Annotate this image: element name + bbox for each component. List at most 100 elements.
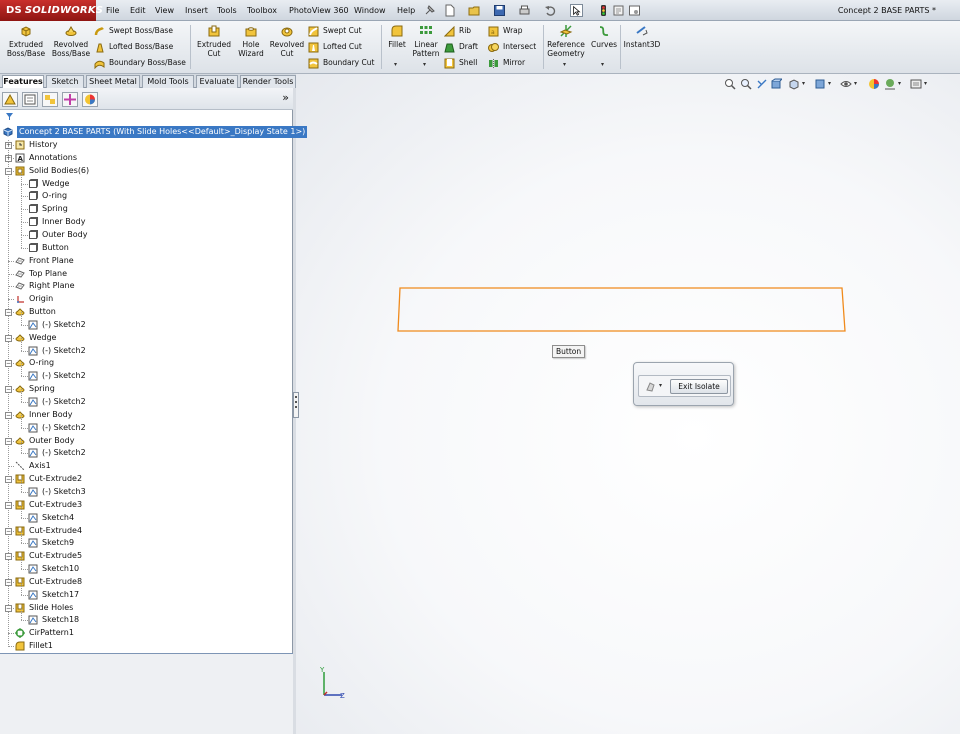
tab-sheet-metal[interactable]: Sheet Metal: [86, 75, 140, 88]
rebuild-icon[interactable]: [597, 4, 610, 17]
dimxpert-manager-tab-icon[interactable]: [62, 92, 78, 107]
hide-show-items-icon[interactable]: [840, 78, 852, 90]
undo-icon[interactable]: [544, 4, 557, 17]
select-cursor-icon[interactable]: [570, 4, 583, 17]
lofted-boss-button[interactable]: Lofted Boss/Base: [94, 39, 173, 55]
apply-scene-dropdown-icon[interactable]: ▾: [898, 80, 901, 87]
print-icon[interactable]: [518, 4, 531, 17]
menu-toolbox[interactable]: Toolbox: [247, 0, 277, 21]
pin-icon[interactable]: [423, 4, 436, 17]
tab-evaluate[interactable]: Evaluate: [196, 75, 238, 88]
menu-tools[interactable]: Tools: [217, 0, 237, 21]
tree-expander-icon[interactable]: −: [5, 360, 12, 367]
isolate-dropdown-icon[interactable]: ▾: [659, 382, 662, 389]
curves-button[interactable]: Curves: [590, 24, 618, 49]
menu-help[interactable]: Help: [397, 0, 415, 21]
tree-expander-icon[interactable]: −: [5, 412, 12, 419]
tab-features[interactable]: Features: [2, 75, 44, 89]
zoom-to-area-icon[interactable]: [740, 78, 752, 90]
shell-button[interactable]: Shell: [444, 55, 477, 71]
instant3d-button[interactable]: Instant3D: [622, 24, 662, 49]
display-pane-icon[interactable]: [645, 381, 656, 392]
revolved-cut-button[interactable]: Revolved Cut: [268, 24, 306, 58]
display-manager-tab-icon[interactable]: [82, 92, 98, 107]
rib-button[interactable]: Rib: [444, 23, 471, 39]
mirror-button[interactable]: Mirror: [488, 55, 525, 71]
view-settings-icon[interactable]: [910, 78, 922, 90]
zoom-to-fit-icon[interactable]: [724, 78, 736, 90]
swept-boss-button[interactable]: Swept Boss/Base: [94, 23, 173, 39]
extruded-cut-button[interactable]: Extruded Cut: [195, 24, 233, 58]
tree-expander-icon[interactable]: −: [5, 168, 12, 175]
options-icon[interactable]: [628, 4, 641, 17]
tree-expander-icon[interactable]: +: [5, 155, 12, 162]
apply-scene-icon[interactable]: [884, 78, 896, 90]
view-orientation-dropdown-icon[interactable]: ▾: [802, 80, 805, 87]
lofted-cut-button[interactable]: Lofted Cut: [308, 39, 362, 55]
intersect-button[interactable]: Intersect: [488, 39, 536, 55]
exit-isolate-button[interactable]: Exit Isolate: [670, 379, 728, 394]
fillet-icon: [15, 641, 25, 651]
menu-window[interactable]: Window: [354, 0, 386, 21]
tree-expander-icon[interactable]: −: [5, 438, 12, 445]
configuration-manager-tab-icon[interactable]: [42, 92, 58, 107]
menu-file[interactable]: File: [106, 0, 119, 21]
tree-expander-icon[interactable]: −: [5, 553, 12, 560]
boundary-cut-button[interactable]: Boundary Cut: [308, 55, 374, 71]
tree-expander-icon[interactable]: −: [5, 605, 12, 612]
section-view-icon[interactable]: [770, 78, 782, 90]
boundary-boss-button[interactable]: Boundary Boss/Base: [94, 55, 186, 71]
curves-dropdown-icon[interactable]: ▾: [601, 61, 604, 68]
reference-geometry-button[interactable]: Reference Geometry: [545, 24, 587, 58]
linear-pattern-button[interactable]: Linear Pattern: [410, 24, 442, 58]
draft-button[interactable]: Draft: [444, 39, 478, 55]
hide-show-dropdown-icon[interactable]: ▾: [854, 80, 857, 87]
fillet-dropdown-icon[interactable]: ▾: [394, 61, 397, 68]
menu-photoview[interactable]: PhotoView 360: [289, 0, 349, 21]
tab-sketch[interactable]: Sketch: [46, 75, 84, 88]
tree-guide-line: [21, 363, 22, 376]
tree-expander-icon[interactable]: −: [5, 579, 12, 586]
file-properties-icon[interactable]: [612, 4, 625, 17]
reference-geometry-dropdown-icon[interactable]: ▾: [563, 61, 566, 68]
open-folder-icon[interactable]: [468, 4, 481, 17]
display-style-dropdown-icon[interactable]: ▾: [828, 80, 831, 87]
property-manager-tab-icon[interactable]: [22, 92, 38, 107]
menu-edit[interactable]: Edit: [130, 0, 146, 21]
panel-splitter-handle[interactable]: [293, 392, 299, 418]
view-orientation-icon[interactable]: [788, 78, 800, 90]
tree-expander-icon[interactable]: −: [5, 335, 12, 342]
graphics-area[interactable]: [296, 74, 960, 734]
edit-appearance-icon[interactable]: [868, 78, 880, 90]
tree-expander-icon[interactable]: −: [5, 309, 12, 316]
filter-icon[interactable]: [5, 112, 14, 121]
tab-mold-tools[interactable]: Mold Tools: [142, 75, 194, 88]
menu-insert[interactable]: Insert: [185, 0, 208, 21]
fillet-button[interactable]: Fillet: [385, 24, 409, 49]
expand-panel-icon[interactable]: »: [282, 91, 289, 104]
tree-expander-icon[interactable]: −: [5, 476, 12, 483]
revolved-boss-button[interactable]: Revolved Boss/Base: [50, 24, 92, 58]
tree-expander-icon[interactable]: −: [5, 502, 12, 509]
previous-view-icon[interactable]: [756, 78, 768, 90]
tree-expander-icon[interactable]: −: [5, 386, 12, 393]
extruded-boss-button[interactable]: Extruded Boss/Base: [6, 24, 46, 58]
pattern-dropdown-icon[interactable]: ▾: [423, 61, 426, 68]
save-icon[interactable]: [493, 4, 506, 17]
view-settings-dropdown-icon[interactable]: ▾: [924, 80, 927, 87]
feature-manager-tab-icon[interactable]: [2, 92, 18, 107]
button-body-outline[interactable]: [396, 286, 848, 334]
tab-render-tools[interactable]: Render Tools: [240, 75, 296, 88]
swept-cut-button[interactable]: Swept Cut: [308, 23, 362, 39]
tree-expander-icon[interactable]: −: [5, 528, 12, 535]
menu-view[interactable]: View: [155, 0, 174, 21]
wrap-button[interactable]: a Wrap: [488, 23, 523, 39]
new-document-icon[interactable]: [443, 4, 456, 17]
display-style-icon[interactable]: [814, 78, 826, 90]
tree-expander-icon[interactable]: +: [5, 142, 12, 149]
tree-guide-line: [21, 428, 28, 429]
tree-item-label: Outer Body: [29, 436, 75, 445]
tree-item-label: O-ring: [29, 358, 55, 367]
solidworks-logo[interactable]: DS SOLIDWORKS: [0, 0, 103, 21]
hole-wizard-button[interactable]: Hole Wizard: [234, 24, 268, 58]
